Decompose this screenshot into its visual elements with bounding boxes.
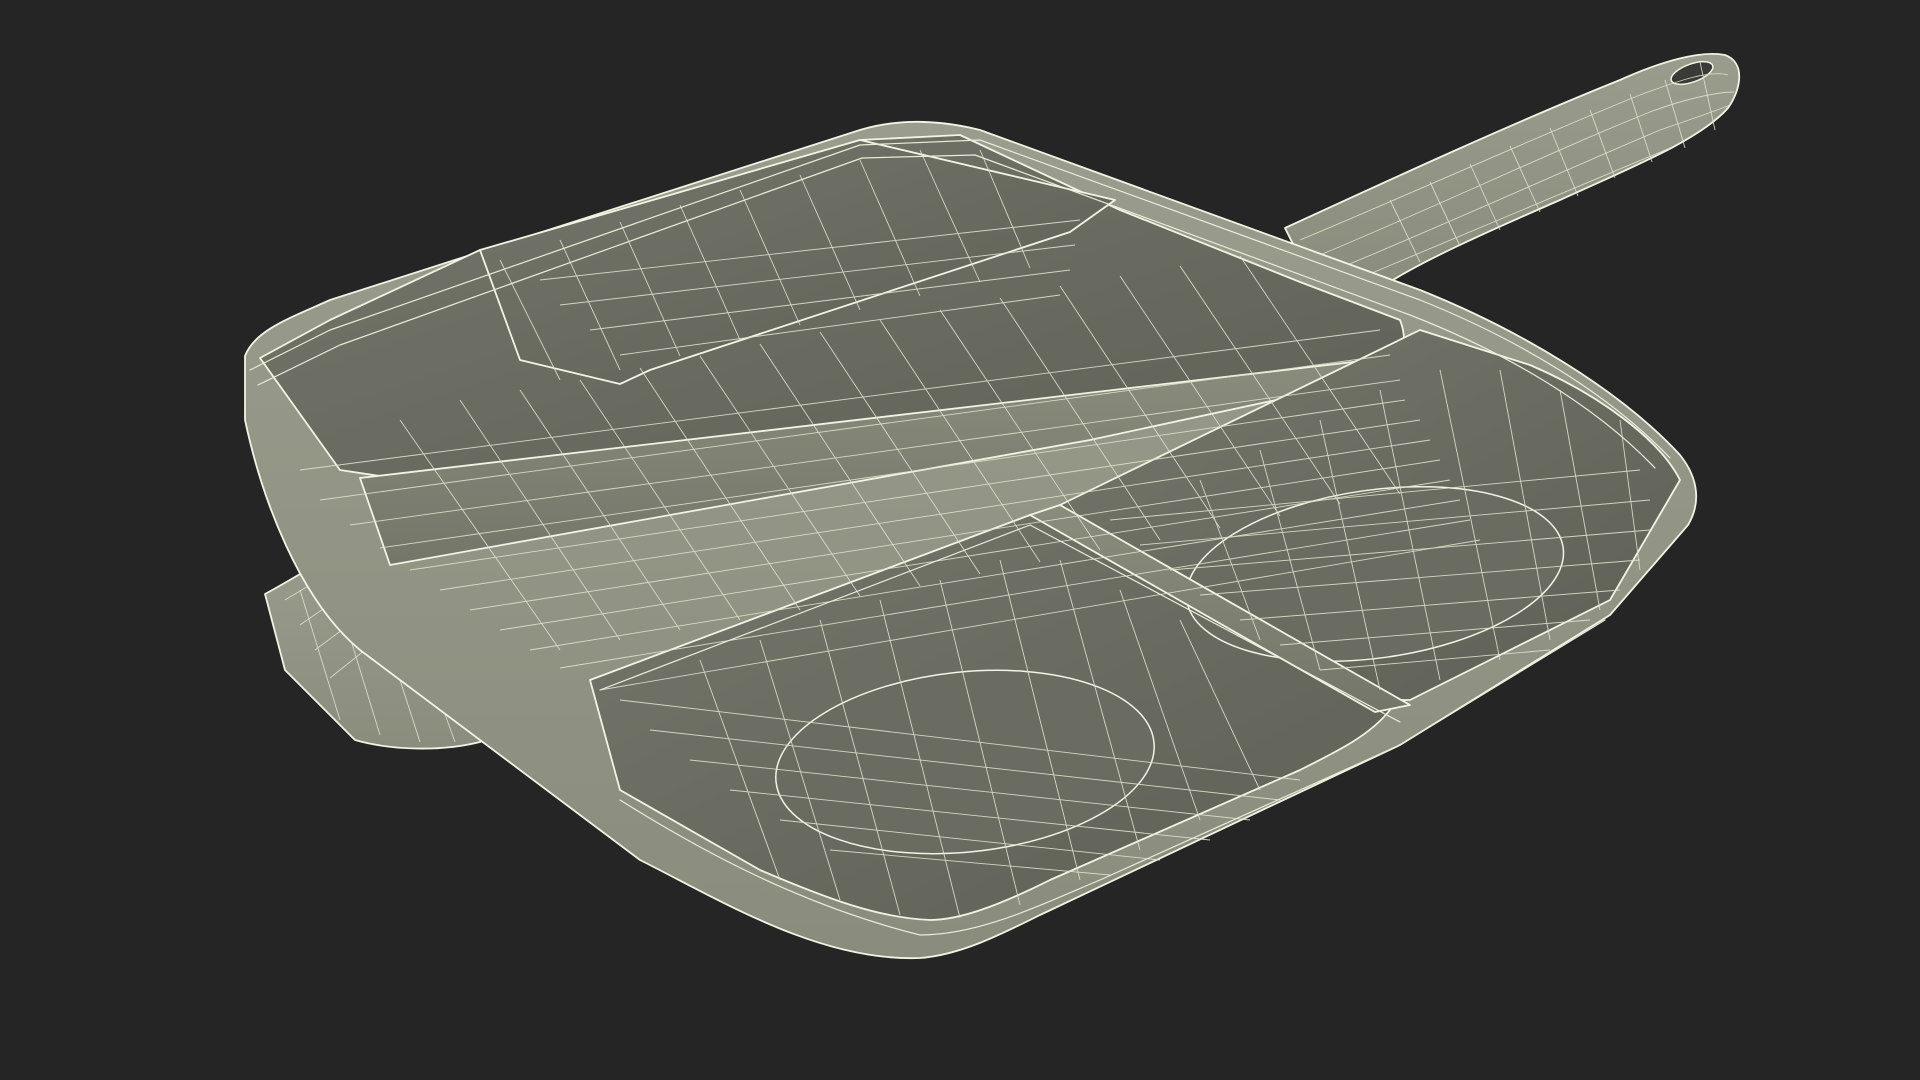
- viewport: [0, 0, 1920, 1080]
